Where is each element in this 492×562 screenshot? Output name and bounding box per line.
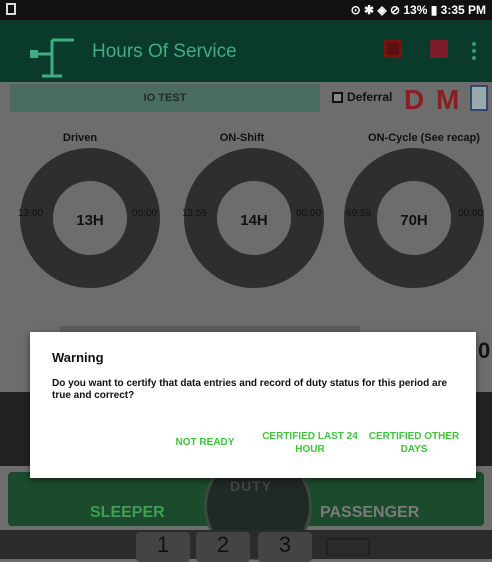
key-3[interactable]: 3 [258,532,312,562]
gauge-cycle-right: 00:00 [458,208,484,219]
document-icon[interactable] [470,85,488,111]
sleeper-button[interactable]: SLEEPER [90,504,165,522]
gauge-cycle-left: 69:59 [346,208,372,219]
gauge-shift-title: ON-Shift [219,132,265,144]
notification-icon [6,3,16,15]
status-bar-text: ⊙ ✱ ◈ ⊘ 13% ▮ 3:35 PM [350,3,486,17]
more-vert-icon[interactable] [472,40,478,60]
gauge-driven-title: Driven [62,132,98,144]
logo-icon [30,38,74,78]
gauge-cycle-title: ON-Cycle (See recap) [368,132,480,144]
driver-name[interactable]: IO TEST [10,84,320,112]
certified-24h-button[interactable]: CERTIFIED LAST 24 HOUR [254,430,366,456]
gauge-shift-right: 00:00 [296,208,322,219]
backspace-icon[interactable] [326,538,370,556]
status-bar: ⊙ ✱ ◈ ⊘ 13% ▮ 3:35 PM [0,0,492,20]
side-number: 0 [478,338,491,363]
dialog-title: Warning [52,350,104,365]
deferral-checkbox[interactable]: Deferral [332,90,392,104]
key-1[interactable]: 1 [136,532,190,562]
deferral-label: Deferral [347,90,393,104]
gauge-driven-left: 13:00 [18,208,44,219]
key-2[interactable]: 2 [196,532,250,562]
alert-icon[interactable] [384,40,402,58]
not-ready-button[interactable]: NOT READY [166,436,244,449]
checkbox-icon[interactable] [332,91,343,103]
gauge-driven-right: 00:00 [132,208,158,219]
passenger-button[interactable]: PASSENGER [320,504,419,522]
certified-other-days-button[interactable]: CERTIFIED OTHER DAYS [364,430,464,456]
message-icon[interactable] [430,40,448,58]
app-title: Hours Of Service [92,41,237,62]
dialog-message: Do you want to certify that data entries… [52,378,448,401]
duty-label: DUTY [230,478,273,494]
gauge-shift-left: 13:59 [182,208,208,219]
dm-label[interactable]: D M [404,84,461,116]
